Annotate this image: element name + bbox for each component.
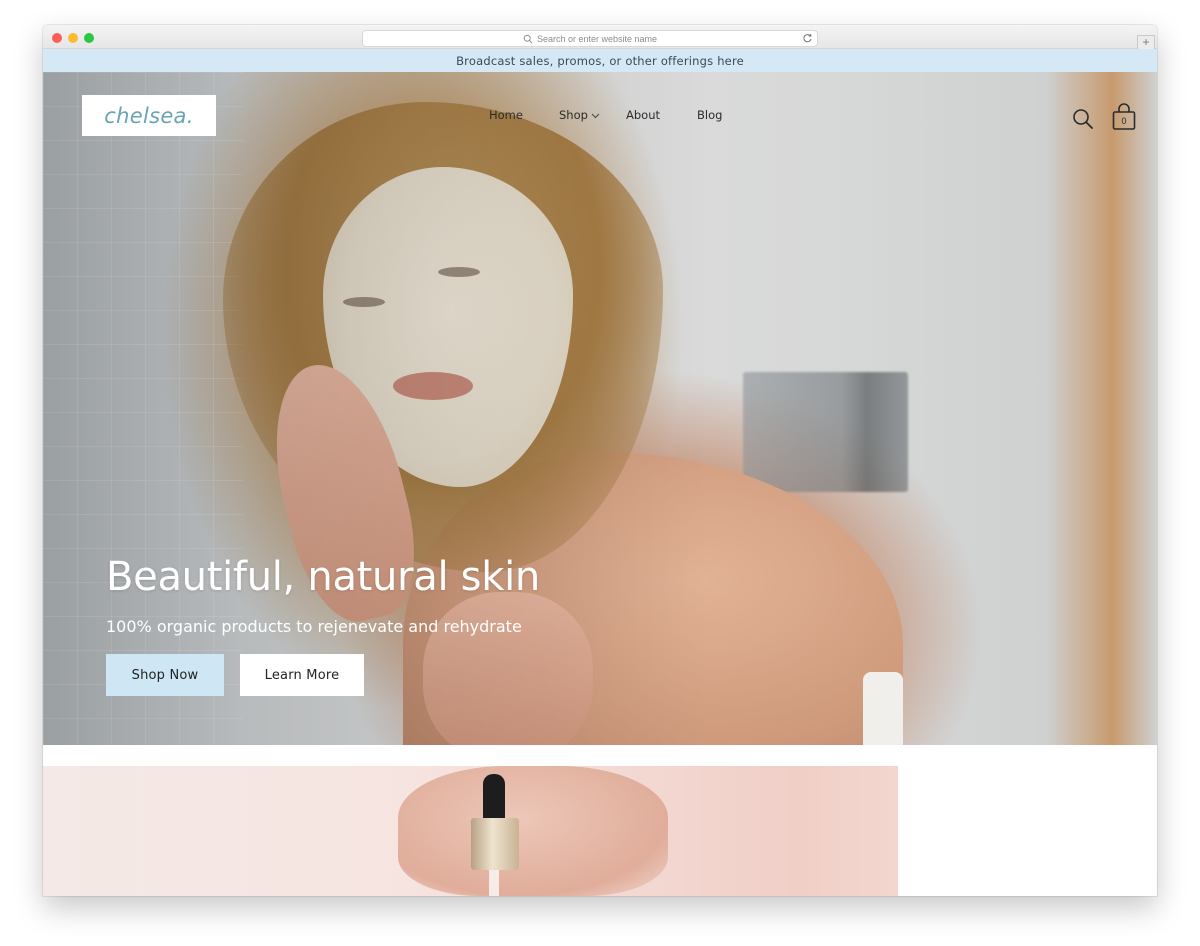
- learn-more-button[interactable]: Learn More: [240, 654, 364, 696]
- announcement-text: Broadcast sales, promos, or other offeri…: [456, 53, 744, 68]
- chevron-down-icon: [591, 113, 600, 118]
- zoom-window-button[interactable]: [84, 33, 94, 43]
- nav-shop-label: Shop: [559, 108, 588, 122]
- promo-image: [43, 766, 898, 896]
- shop-now-button[interactable]: Shop Now: [106, 654, 224, 696]
- hero-image-overlay: [43, 72, 1157, 745]
- nav-home[interactable]: Home: [489, 108, 523, 122]
- cart-count: 0: [1121, 117, 1127, 127]
- nav-shop[interactable]: Shop: [559, 108, 600, 122]
- dropper-bottle-cap: [483, 774, 505, 824]
- featured-section: [43, 745, 1157, 896]
- close-window-button[interactable]: [52, 33, 62, 43]
- announcement-bar: Broadcast sales, promos, or other offeri…: [43, 49, 1157, 72]
- dropper-bottle-collar: [471, 818, 519, 870]
- hero-headline: Beautiful, natural skin: [106, 554, 540, 600]
- logo-text: chelsea.: [104, 103, 194, 128]
- hero-subheadline: 100% organic products to rejenevate and …: [106, 617, 522, 636]
- nav-about[interactable]: About: [626, 108, 660, 122]
- new-tab-button[interactable]: +: [1137, 35, 1155, 49]
- hero-banner: chelsea. Home Shop About Blog 0 Beautifu…: [43, 72, 1157, 745]
- promo-image-hands: [398, 766, 668, 896]
- search-icon[interactable]: [1072, 108, 1094, 130]
- browser-window: Search or enter website name + Broadcast…: [43, 25, 1157, 896]
- search-icon: [523, 34, 533, 43]
- nav-blog[interactable]: Blog: [697, 108, 722, 122]
- site-logo[interactable]: chelsea.: [82, 95, 216, 136]
- browser-titlebar: Search or enter website name +: [43, 25, 1157, 49]
- reload-icon[interactable]: [802, 33, 813, 44]
- address-placeholder: Search or enter website name: [536, 33, 658, 44]
- minimize-window-button[interactable]: [68, 33, 78, 43]
- address-bar[interactable]: Search or enter website name: [362, 30, 818, 47]
- dropper-bottle-glass: [489, 870, 499, 896]
